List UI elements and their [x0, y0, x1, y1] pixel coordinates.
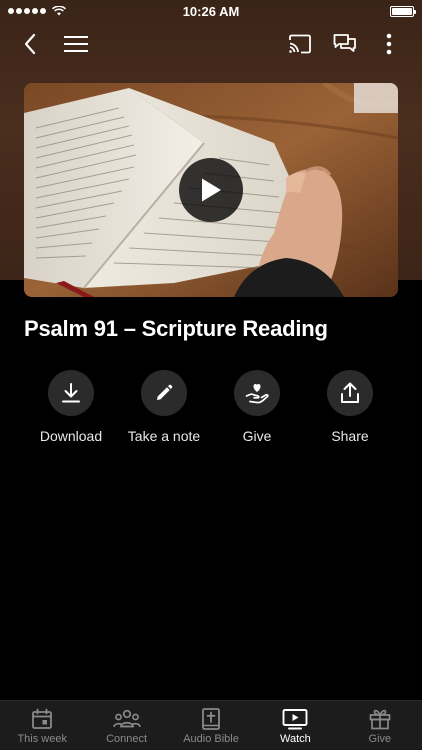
chat-bubbles-icon	[333, 34, 356, 52]
share-icon	[341, 382, 359, 403]
tab-connect[interactable]: Connect	[84, 701, 168, 750]
download-button[interactable]: Download	[21, 370, 121, 444]
tab-give[interactable]: Give	[338, 701, 422, 750]
video-title: Psalm 91 – Scripture Reading	[24, 316, 328, 341]
tab-watch[interactable]: Watch	[253, 701, 337, 750]
signal-indicator	[8, 6, 66, 16]
tab-audio-bible[interactable]: Audio Bible	[169, 701, 253, 750]
people-icon	[112, 709, 141, 728]
take-note-circle[interactable]	[141, 370, 187, 416]
tab-give-label: Give	[368, 733, 392, 745]
give-circle[interactable]	[234, 370, 280, 416]
more-options-button[interactable]	[373, 28, 405, 60]
play-icon	[202, 178, 221, 202]
cast-button[interactable]	[284, 28, 316, 60]
give-button[interactable]: Give	[207, 370, 307, 444]
share-button[interactable]: Share	[300, 370, 400, 444]
tab-audio-bible-label: Audio Bible	[183, 733, 239, 745]
more-vertical-icon	[386, 33, 392, 55]
download-icon	[62, 383, 80, 403]
play-button[interactable]	[179, 158, 243, 222]
bible-icon	[202, 708, 220, 730]
nav-bar	[0, 24, 422, 64]
take-note-button[interactable]: Take a note	[114, 370, 214, 444]
play-screen-icon	[282, 709, 308, 730]
share-circle[interactable]	[327, 370, 373, 416]
tab-connect-label: Connect	[106, 733, 148, 745]
pencil-icon	[157, 384, 173, 400]
tab-this-week-label: This week	[17, 733, 67, 745]
give-heart-hand-icon	[245, 383, 269, 404]
give-label: Give	[242, 428, 272, 444]
tab-watch-label: Watch	[280, 733, 311, 745]
share-label: Share	[331, 428, 369, 444]
download-label: Download	[39, 428, 103, 444]
tab-bar: This week Connect Audio Bible Watch Give	[0, 700, 422, 750]
take-note-label: Take a note	[127, 428, 201, 444]
battery-icon	[390, 5, 416, 17]
download-circle[interactable]	[48, 370, 94, 416]
calendar-icon	[32, 708, 53, 729]
cast-icon	[289, 34, 311, 54]
video-player[interactable]	[24, 83, 398, 297]
chevron-left-icon	[24, 33, 36, 55]
gift-icon	[369, 709, 391, 730]
tab-this-week[interactable]: This week	[0, 701, 84, 750]
menu-button[interactable]	[60, 28, 92, 60]
status-bar: 10:26 AM	[0, 0, 422, 22]
cell-signal-icon	[8, 8, 46, 14]
wifi-icon	[52, 6, 66, 16]
chat-button[interactable]	[329, 28, 361, 60]
back-button[interactable]	[14, 28, 46, 60]
action-row: Download Take a note Give Share	[24, 370, 398, 450]
hamburger-icon	[64, 36, 88, 52]
